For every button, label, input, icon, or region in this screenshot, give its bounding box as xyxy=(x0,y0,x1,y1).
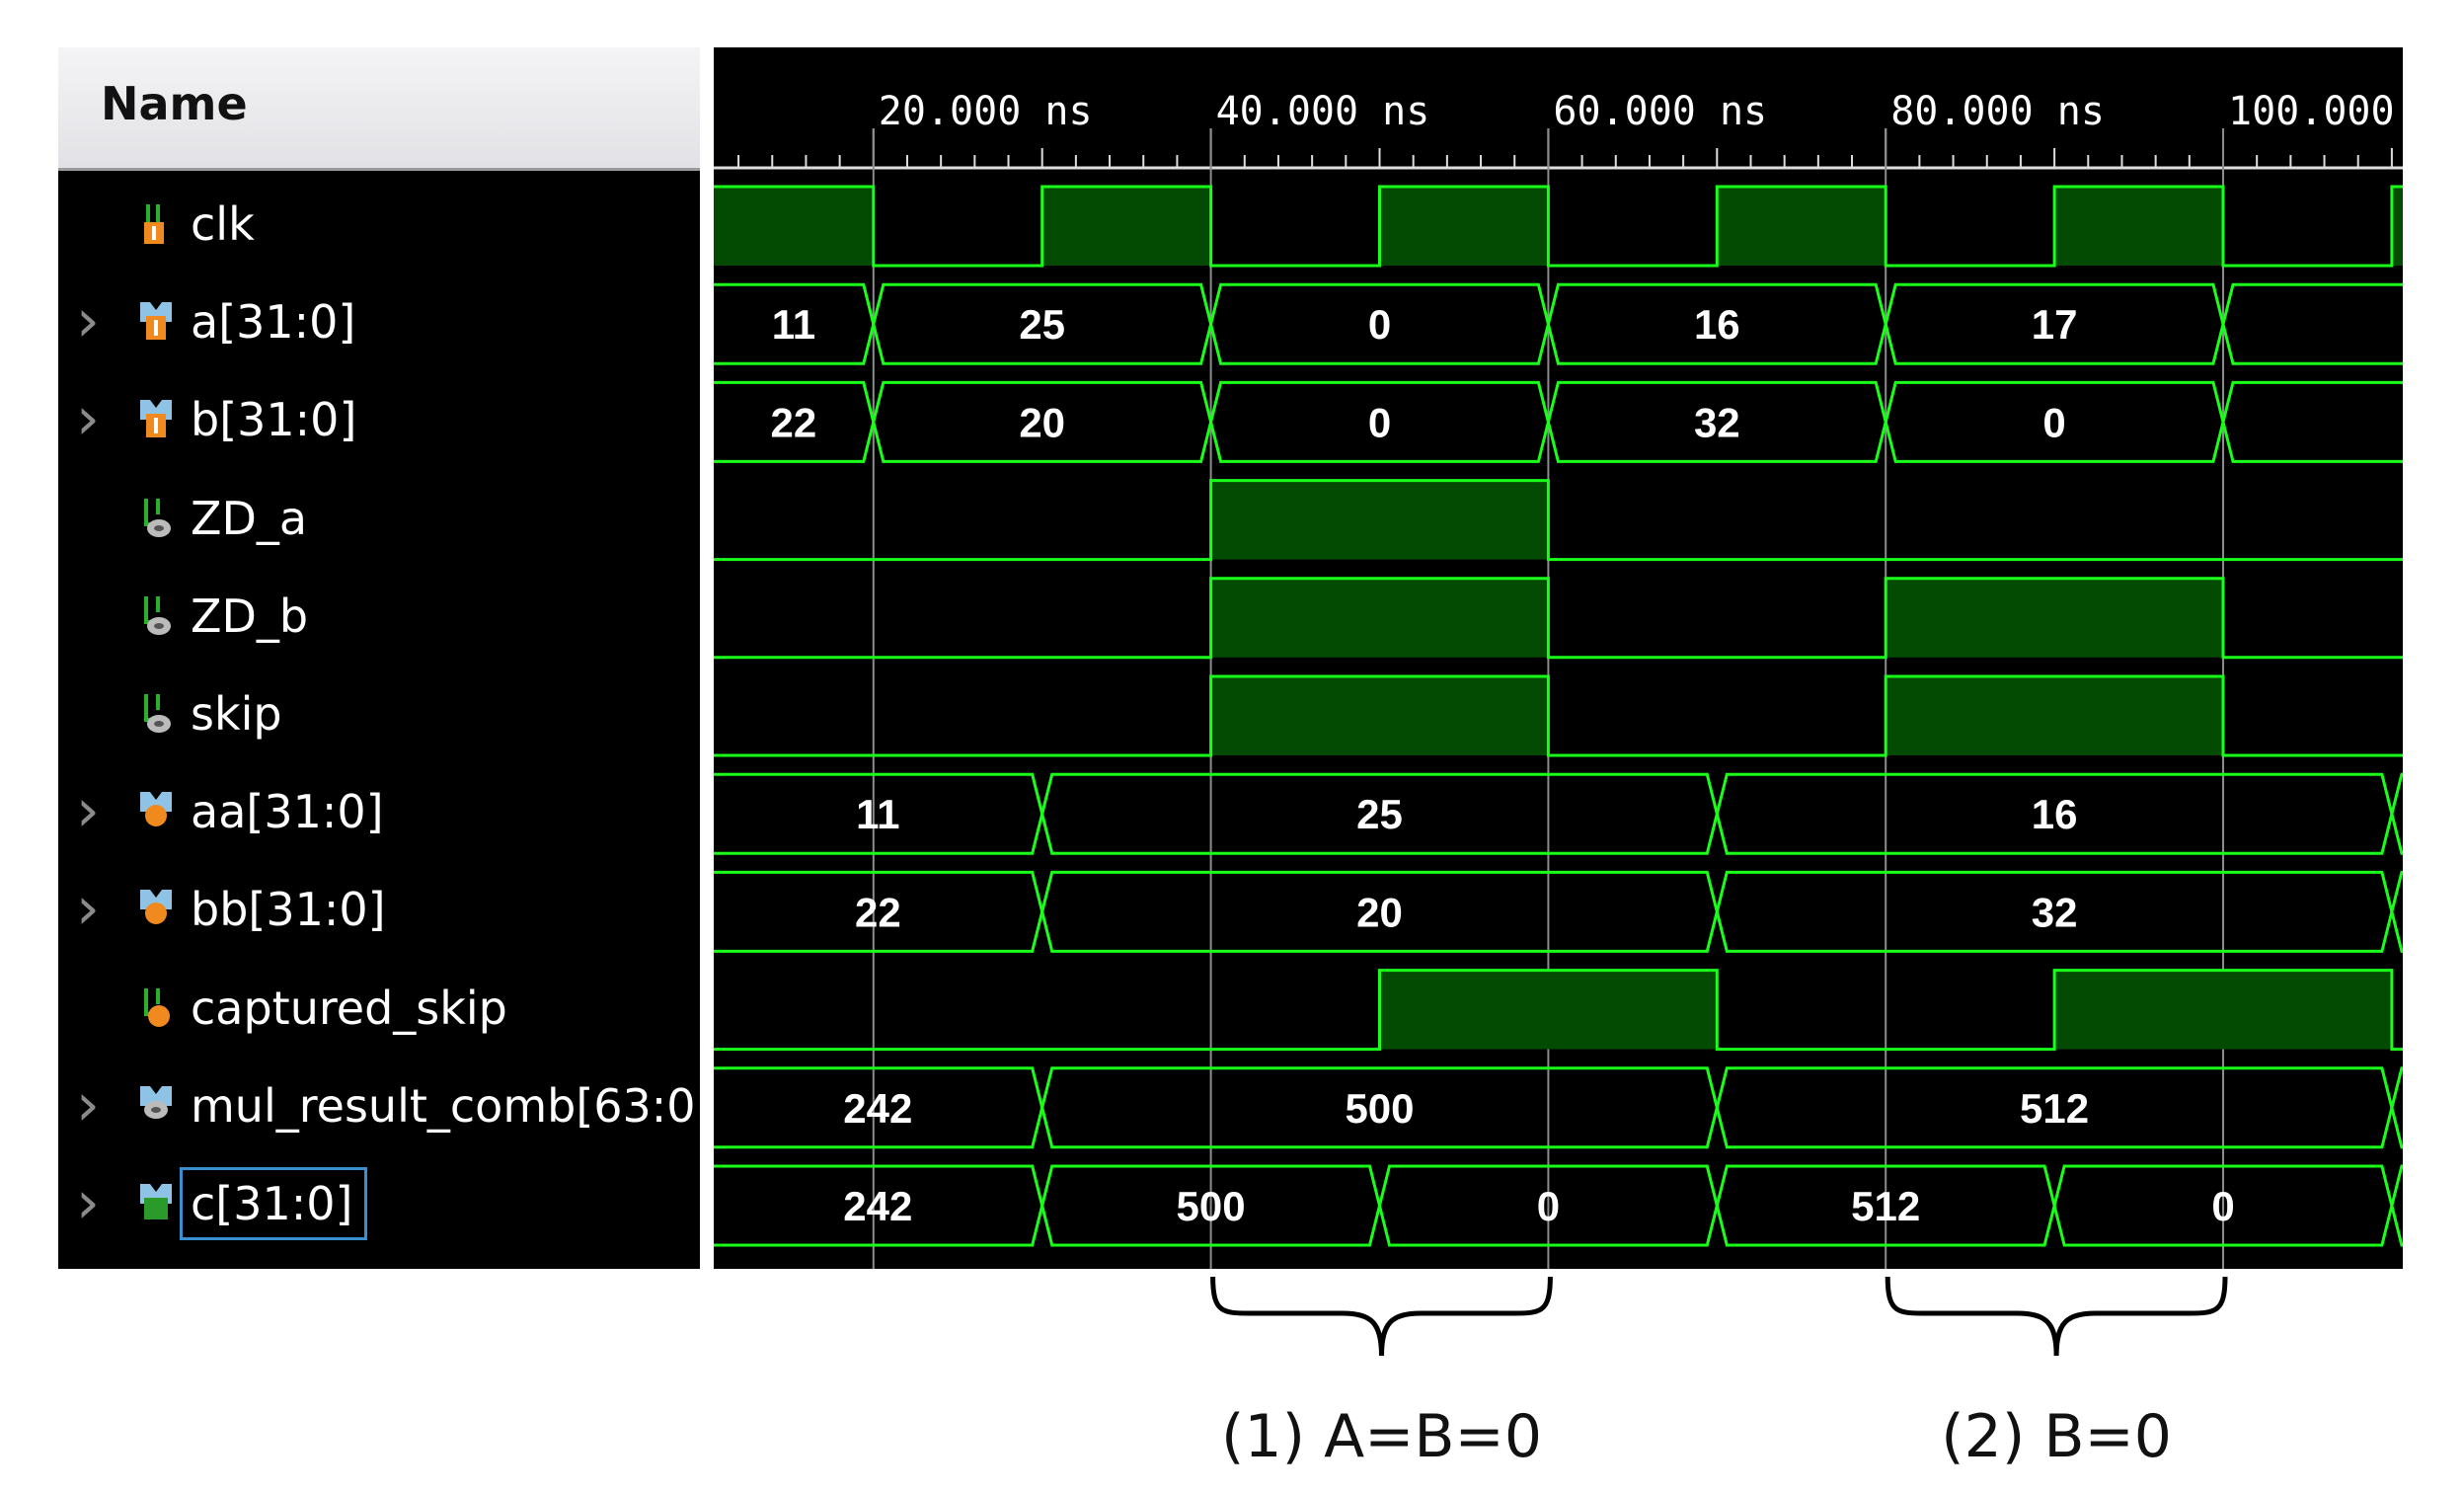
bit-high-fill xyxy=(1041,187,1211,266)
curly-brace-annotation xyxy=(1885,1276,2228,1357)
bus-value-label: 512 xyxy=(2020,1085,2089,1132)
curly-brace-annotation xyxy=(1210,1276,1553,1357)
ruler-time-label: 20.000 ns xyxy=(879,89,1093,134)
bus-value-label: 17 xyxy=(2032,301,2078,348)
waveform-view[interactable]: 20.000 ns 40.000 ns 60.000 ns 80.000 ns 100.… xyxy=(0,0,2464,1493)
bus-value-label: 16 xyxy=(2032,791,2078,837)
ruler-time-label: 60.000 ns xyxy=(1553,89,1767,134)
bus-value-label: 25 xyxy=(1356,791,1403,837)
bit-high-fill xyxy=(1886,578,2223,658)
bus-value-label: 0 xyxy=(1537,1183,1560,1229)
bus-value-label: 512 xyxy=(1851,1183,1920,1229)
bus-value-label: 500 xyxy=(1345,1085,1414,1132)
bit-high-fill xyxy=(1886,676,2223,755)
ruler-time-label: 100.000 ns xyxy=(2228,89,2464,134)
bus-value-label: 500 xyxy=(1177,1183,1246,1229)
bit-high-fill xyxy=(1210,480,1549,560)
bus-value-label: 0 xyxy=(1368,301,1391,348)
bus-value-label: 11 xyxy=(856,791,899,837)
bus-value-label: 242 xyxy=(843,1085,912,1132)
bit-high-fill xyxy=(1379,970,1718,1050)
bus-value-label: 11 xyxy=(772,301,815,348)
bus-value-label: 22 xyxy=(855,889,901,935)
bus-value-label: 0 xyxy=(1368,399,1391,445)
bit-high-fill xyxy=(2054,970,2392,1050)
bus-value-label: 0 xyxy=(2042,399,2065,445)
annotation-label: (2) B=0 xyxy=(1941,1402,2172,1471)
annotation-label: (1) A=B=0 xyxy=(1221,1402,1542,1471)
bus-value-label: 32 xyxy=(1694,399,1740,445)
bus-value-label: 20 xyxy=(1019,399,1065,445)
bus-value-label: 25 xyxy=(1019,301,1065,348)
ruler-time-label: 80.000 ns xyxy=(1890,89,2105,134)
bus-value-label: 32 xyxy=(2032,889,2078,935)
bit-high-fill xyxy=(1210,676,1549,755)
bit-high-fill xyxy=(1210,578,1549,658)
bit-high-fill xyxy=(714,187,874,266)
bit-high-fill xyxy=(2054,187,2223,266)
bus-value-label: 20 xyxy=(1356,889,1403,935)
bus-value-label: 0 xyxy=(2211,1183,2234,1229)
bus-value-label: 242 xyxy=(843,1183,912,1229)
bus-value-label: 16 xyxy=(1694,301,1740,348)
bit-high-fill xyxy=(2391,187,2403,266)
ruler-time-label: 40.000 ns xyxy=(1216,89,1430,134)
bit-high-fill xyxy=(1717,187,1886,266)
bus-value-label: 22 xyxy=(771,399,817,445)
bit-high-fill xyxy=(1379,187,1549,266)
